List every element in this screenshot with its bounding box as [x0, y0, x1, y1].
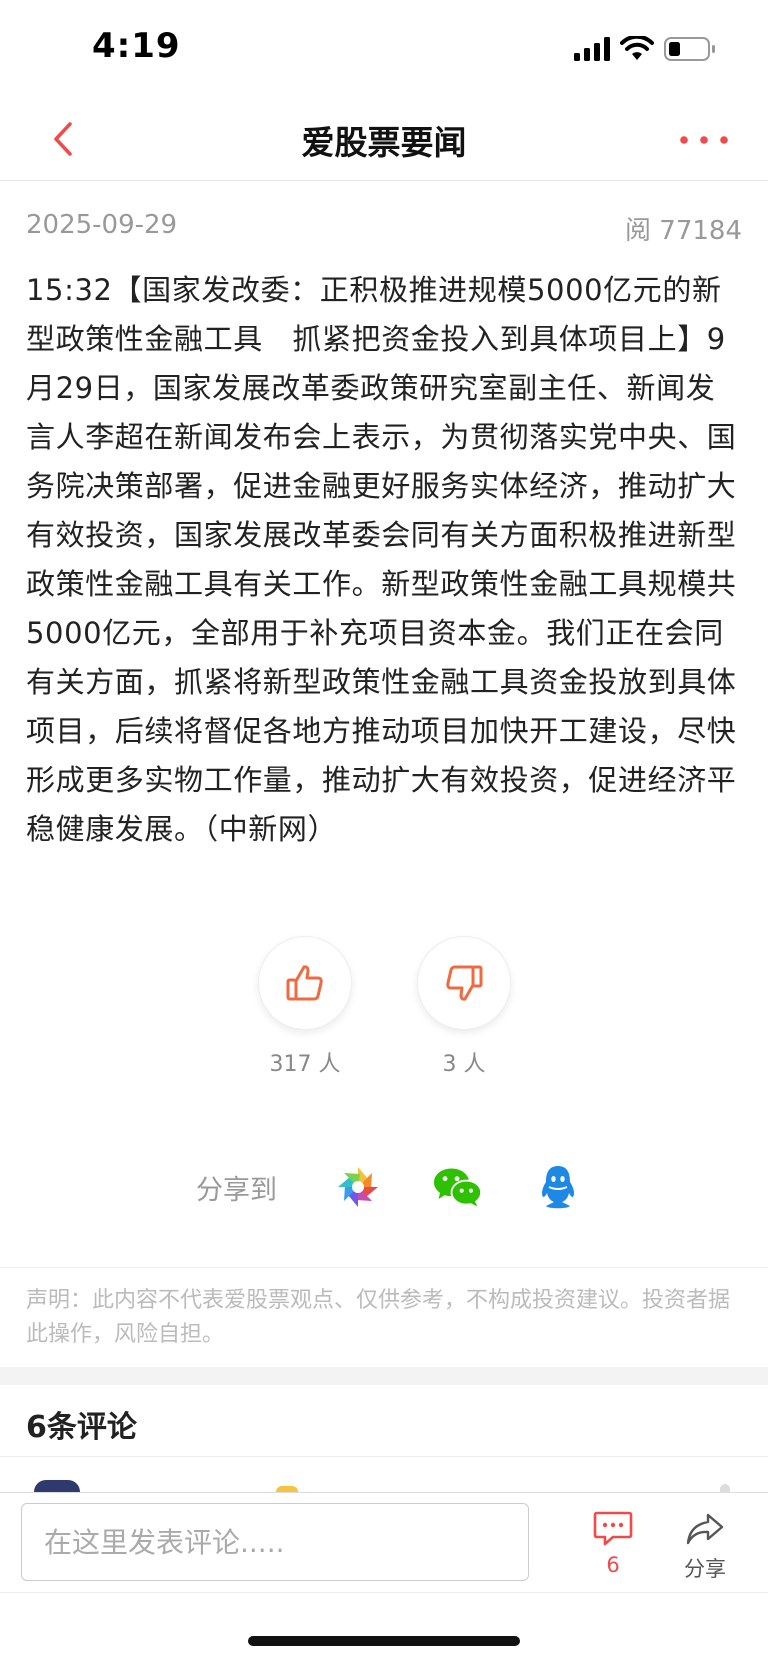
- bottom-safe-area: [0, 1592, 768, 1664]
- comment-like-icon[interactable]: [720, 1484, 730, 1492]
- wifi-icon: [620, 36, 654, 60]
- home-indicator[interactable]: [248, 1636, 520, 1646]
- share-qq-button[interactable]: [533, 1162, 583, 1212]
- share-label: 分享到: [196, 1174, 277, 1206]
- avatar[interactable]: [34, 1480, 80, 1492]
- disclaimer-text: 声明：此内容不代表爱股票观点、仅供参考，不构成投资建议。投资者据此操作，风险自担…: [26, 1288, 731, 1347]
- section-gap: [0, 1367, 768, 1385]
- more-dots-icon: [680, 136, 728, 144]
- share-row: 分享到: [196, 1162, 633, 1212]
- share-label-bottom: 分享: [684, 1557, 726, 1581]
- thumbs-up-icon: [286, 965, 323, 1001]
- wechat-icon: [433, 1168, 483, 1207]
- status-icons: [574, 36, 716, 62]
- dislike-button[interactable]: [417, 936, 511, 1030]
- share-arrow-icon: [686, 1513, 724, 1545]
- dislike-vote: 3 人: [417, 936, 511, 1078]
- comment-count: 6: [606, 1553, 620, 1577]
- battery-icon: [664, 37, 715, 61]
- bottom-bar: 6 分享: [0, 1492, 768, 1593]
- article-date: 2025-09-29: [26, 210, 178, 240]
- thumbs-down-icon: [446, 965, 483, 1001]
- article-body: 15:32【国家发改委：正积极推进规模5000亿元的新型政策性金融工具 抓紧把资…: [26, 273, 737, 846]
- comments-button[interactable]: 6: [578, 1511, 648, 1577]
- status-time: 4:19: [92, 26, 181, 66]
- read-count: 阅 77184: [625, 216, 742, 246]
- share-moments-button[interactable]: [333, 1162, 383, 1212]
- page-title: 爱股票要闻: [301, 123, 467, 162]
- comment-input[interactable]: [21, 1503, 529, 1581]
- nav-bar: 爱股票要闻: [0, 100, 768, 181]
- more-button[interactable]: [676, 122, 732, 158]
- share-wechat-button[interactable]: [433, 1162, 483, 1212]
- comment-bubble-icon: [593, 1511, 633, 1546]
- comments-header: 6条评论: [26, 1410, 137, 1445]
- divider: [0, 1456, 768, 1457]
- share-button[interactable]: 分享: [670, 1511, 740, 1583]
- like-vote: 317 人: [258, 936, 352, 1078]
- qq-icon: [542, 1166, 574, 1209]
- disclaimer-section: 声明：此内容不代表爱股票观点、仅供参考，不构成投资建议。投资者据此操作，风险自担…: [0, 1267, 768, 1368]
- dislike-count: 3 人: [442, 1052, 486, 1077]
- moments-icon: [338, 1167, 378, 1207]
- like-count: 317 人: [269, 1052, 341, 1077]
- like-button[interactable]: [258, 936, 352, 1030]
- signal-icon: [574, 37, 610, 61]
- status-bar: 4:19: [0, 0, 768, 100]
